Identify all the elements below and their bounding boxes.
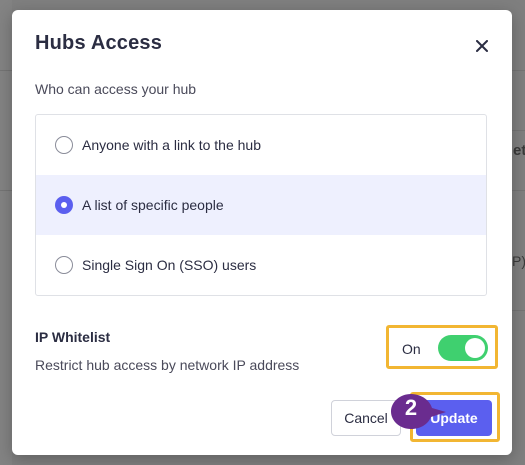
background-divider (512, 130, 525, 131)
access-option-label: A list of specific people (82, 197, 224, 213)
background-divider (512, 190, 525, 191)
access-option-label: Single Sign On (SSO) users (82, 257, 257, 273)
toggle-state-label: On (402, 341, 421, 357)
background-partial-text: P) (512, 253, 525, 269)
step-marker: 2 (378, 391, 448, 431)
radio-dot (61, 202, 67, 208)
close-button[interactable] (470, 34, 494, 58)
background-divider (512, 70, 525, 71)
close-icon (476, 40, 488, 52)
access-subtitle: Who can access your hub (35, 81, 197, 97)
radio-button-checked[interactable] (55, 196, 73, 214)
radio-button[interactable] (55, 136, 73, 154)
access-option-specific-people[interactable]: A list of specific people (36, 175, 486, 235)
access-option-anyone-with-link[interactable]: Anyone with a link to the hub (36, 115, 486, 175)
access-option-sso-users[interactable]: Single Sign On (SSO) users (36, 235, 486, 295)
background-divider (0, 70, 12, 71)
ip-whitelist-title: IP Whitelist (35, 329, 111, 345)
step-number: 2 (404, 395, 418, 420)
hubs-access-modal: Hubs Access Who can access your hub Anyo… (12, 10, 512, 455)
access-options-group: Anyone with a link to the hub A list of … (35, 114, 487, 296)
ip-whitelist-description: Restrict hub access by network IP addres… (35, 357, 300, 373)
background-divider (512, 310, 525, 311)
toggle-knob (465, 338, 485, 358)
modal-title: Hubs Access (35, 32, 163, 54)
background-divider (0, 190, 12, 191)
radio-button[interactable] (55, 256, 73, 274)
background-partial-text: et (513, 142, 525, 159)
ip-whitelist-toggle[interactable] (438, 335, 488, 361)
access-option-label: Anyone with a link to the hub (82, 137, 262, 153)
